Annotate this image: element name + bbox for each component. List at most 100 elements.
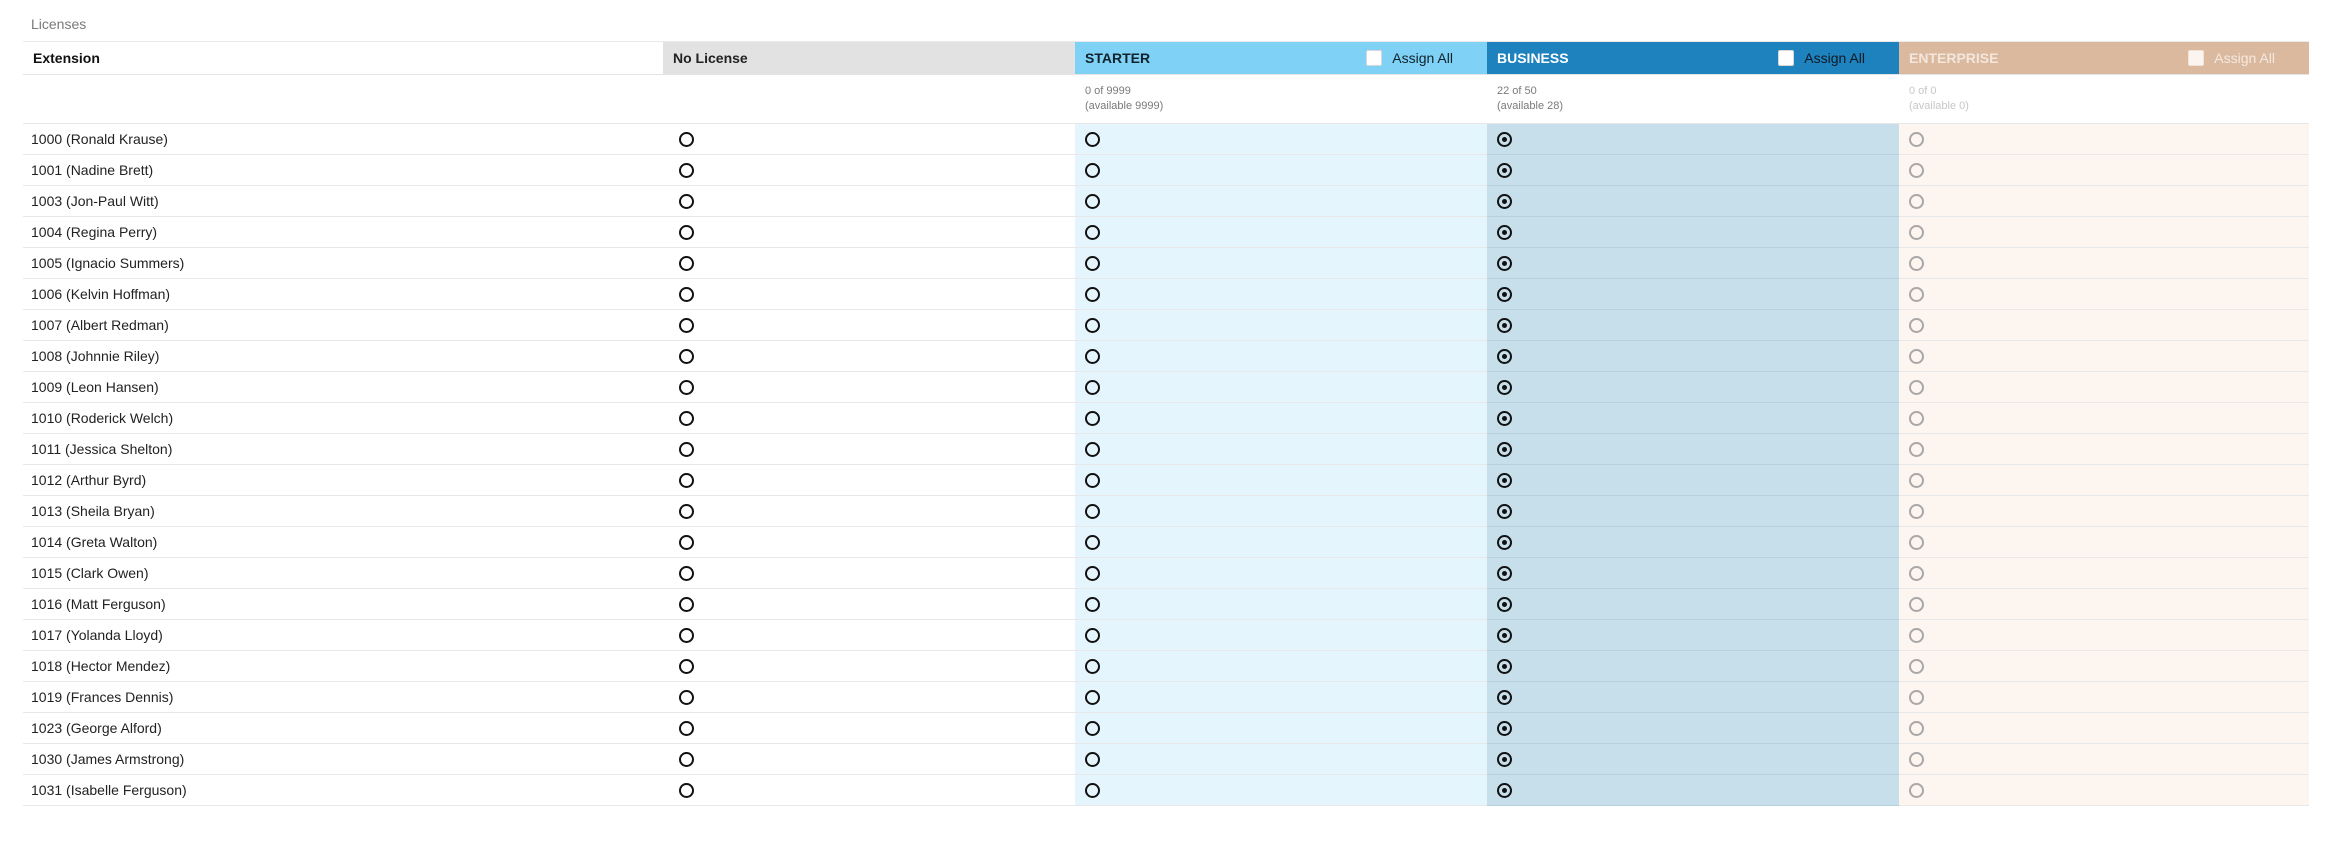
enterprise-assign-all-checkbox	[2188, 50, 2205, 66]
starter-license-radio[interactable]	[1085, 380, 1100, 396]
business-license-radio[interactable]	[1497, 132, 1512, 148]
enterprise-count: 0 of 0 (available 0)	[1899, 74, 2309, 124]
none-license-radio[interactable]	[679, 752, 694, 768]
none-license-radio[interactable]	[679, 132, 694, 148]
none-license-radio[interactable]	[679, 690, 694, 706]
starter-license-radio[interactable]	[1085, 349, 1100, 365]
starter-license-radio[interactable]	[1085, 504, 1100, 520]
starter-assign-all-checkbox[interactable]	[1366, 50, 1383, 66]
starter-assign-all-label: Assign All	[1392, 50, 1453, 66]
enterprise-column-label: ENTERPRISE	[1909, 50, 1999, 66]
business-license-radio[interactable]	[1497, 659, 1512, 675]
starter-license-radio[interactable]	[1085, 566, 1100, 582]
none-license-radio[interactable]	[679, 566, 694, 582]
business-license-radio[interactable]	[1497, 597, 1512, 613]
business-license-radio[interactable]	[1497, 628, 1512, 644]
business-license-radio[interactable]	[1497, 411, 1512, 427]
business-license-radio[interactable]	[1497, 566, 1512, 582]
business-license-radio[interactable]	[1497, 163, 1512, 179]
business-license-radio[interactable]	[1497, 287, 1512, 303]
starter-license-cell	[1075, 433, 1487, 465]
none-license-radio[interactable]	[679, 349, 694, 365]
business-license-radio[interactable]	[1497, 442, 1512, 458]
starter-license-radio[interactable]	[1085, 752, 1100, 768]
business-license-radio[interactable]	[1497, 690, 1512, 706]
starter-license-radio[interactable]	[1085, 628, 1100, 644]
starter-license-radio[interactable]	[1085, 163, 1100, 179]
starter-license-radio[interactable]	[1085, 132, 1100, 148]
enterprise-license-radio	[1909, 566, 1924, 582]
starter-license-radio[interactable]	[1085, 783, 1100, 799]
business-license-radio[interactable]	[1497, 225, 1512, 241]
none-license-cell	[663, 464, 1075, 496]
business-license-cell	[1487, 650, 1899, 682]
none-license-radio[interactable]	[679, 442, 694, 458]
business-license-radio[interactable]	[1497, 473, 1512, 489]
none-license-radio[interactable]	[679, 659, 694, 675]
extension-name: 1018 (Hector Mendez)	[23, 650, 663, 682]
starter-column-label: STARTER	[1085, 50, 1151, 66]
none-license-cell	[663, 340, 1075, 372]
business-license-cell	[1487, 247, 1899, 279]
business-license-radio[interactable]	[1497, 504, 1512, 520]
none-license-radio[interactable]	[679, 504, 694, 520]
business-assign-all[interactable]: Assign All	[1778, 50, 1865, 66]
none-license-radio[interactable]	[679, 783, 694, 799]
business-license-cell	[1487, 123, 1899, 155]
none-license-cell	[663, 278, 1075, 310]
no-license-column-header: No License	[663, 41, 1075, 75]
enterprise-count-used: 0 of 0	[1909, 85, 1937, 97]
none-license-radio[interactable]	[679, 380, 694, 396]
starter-license-cell	[1075, 774, 1487, 806]
business-license-radio[interactable]	[1497, 721, 1512, 737]
starter-license-radio[interactable]	[1085, 659, 1100, 675]
starter-assign-all[interactable]: Assign All	[1366, 50, 1453, 66]
table-row: 1007 (Albert Redman)	[23, 309, 2309, 341]
business-license-radio[interactable]	[1497, 783, 1512, 799]
business-license-radio[interactable]	[1497, 256, 1512, 272]
enterprise-license-cell	[1899, 154, 2309, 186]
starter-license-radio[interactable]	[1085, 194, 1100, 210]
none-license-radio[interactable]	[679, 473, 694, 489]
enterprise-license-cell	[1899, 402, 2309, 434]
none-license-cell	[663, 588, 1075, 620]
starter-license-radio[interactable]	[1085, 721, 1100, 737]
business-license-radio[interactable]	[1497, 535, 1512, 551]
business-assign-all-checkbox[interactable]	[1778, 50, 1795, 66]
extension-name: 1003 (Jon-Paul Witt)	[23, 185, 663, 217]
table-row: 1010 (Roderick Welch)	[23, 402, 2309, 434]
none-license-cell	[663, 681, 1075, 713]
starter-license-radio[interactable]	[1085, 442, 1100, 458]
starter-license-radio[interactable]	[1085, 690, 1100, 706]
none-license-radio[interactable]	[679, 256, 694, 272]
enterprise-license-cell	[1899, 650, 2309, 682]
starter-license-radio[interactable]	[1085, 318, 1100, 334]
none-license-radio[interactable]	[679, 163, 694, 179]
starter-license-radio[interactable]	[1085, 535, 1100, 551]
starter-license-radio[interactable]	[1085, 225, 1100, 241]
enterprise-license-radio	[1909, 473, 1924, 489]
none-license-radio[interactable]	[679, 535, 694, 551]
none-license-cell	[663, 433, 1075, 465]
none-license-radio[interactable]	[679, 597, 694, 613]
starter-license-radio[interactable]	[1085, 256, 1100, 272]
business-license-radio[interactable]	[1497, 194, 1512, 210]
starter-license-radio[interactable]	[1085, 473, 1100, 489]
none-license-radio[interactable]	[679, 721, 694, 737]
none-license-radio[interactable]	[679, 225, 694, 241]
starter-license-radio[interactable]	[1085, 411, 1100, 427]
business-license-radio[interactable]	[1497, 752, 1512, 768]
none-license-radio[interactable]	[679, 318, 694, 334]
starter-license-radio[interactable]	[1085, 287, 1100, 303]
enterprise-column-header: ENTERPRISE Assign All	[1899, 41, 2309, 75]
none-license-radio[interactable]	[679, 411, 694, 427]
business-license-radio[interactable]	[1497, 380, 1512, 396]
none-license-radio[interactable]	[679, 628, 694, 644]
none-license-radio[interactable]	[679, 287, 694, 303]
none-license-radio[interactable]	[679, 194, 694, 210]
table-row: 1019 (Frances Dennis)	[23, 681, 2309, 713]
business-license-radio[interactable]	[1497, 349, 1512, 365]
table-row: 1013 (Sheila Bryan)	[23, 495, 2309, 527]
starter-license-radio[interactable]	[1085, 597, 1100, 613]
business-license-radio[interactable]	[1497, 318, 1512, 334]
